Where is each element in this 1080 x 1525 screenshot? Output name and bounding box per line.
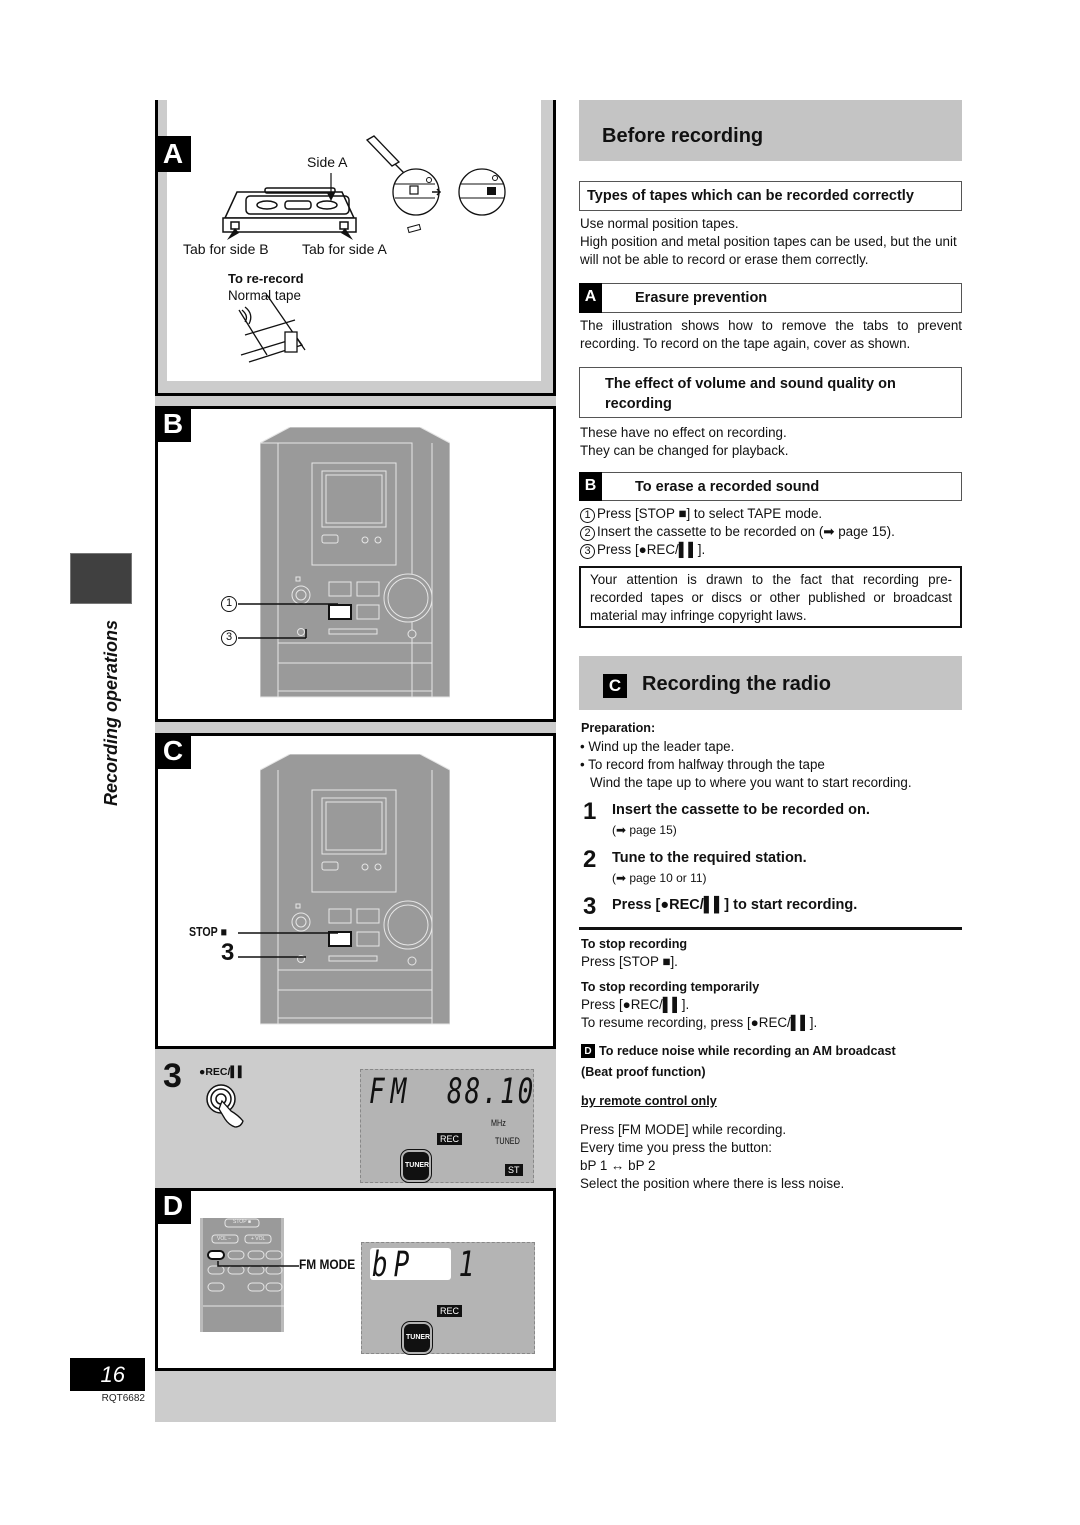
pause-recording-text: Press [●REC/▌▌]. xyxy=(581,997,690,1012)
figure-column: Side A Tab for side B Tab for side A To … xyxy=(155,100,556,1422)
lcd-frequency: 88.10 xyxy=(447,1072,536,1113)
page-number: 16 xyxy=(70,1358,145,1391)
lcd-band: FM xyxy=(369,1072,413,1113)
lcd-unit: MHz xyxy=(491,1118,506,1128)
lcd-tuner-indicator: TUNER xyxy=(403,1152,429,1180)
volume-quality-text: These have no effect on recording. They … xyxy=(580,425,789,458)
panel-letter-a: A xyxy=(155,136,191,172)
covered-tab-detail-icon xyxy=(458,168,506,216)
types-of-tapes-text: Use normal position tapes. High position… xyxy=(580,216,957,267)
lcd-stereo-indicator: ST xyxy=(505,1164,523,1176)
callout-3: 3 xyxy=(221,630,237,646)
callout-1: 1 xyxy=(221,596,237,612)
section-tab-label: Recording operations xyxy=(101,619,121,806)
section-letter-d: D xyxy=(581,1044,595,1058)
volume-quality-heading: The effect of volume and sound quality o… xyxy=(579,367,962,418)
types-of-tapes-heading: Types of tapes which can be recorded cor… xyxy=(579,181,962,211)
section-letter-b: B xyxy=(579,472,602,501)
beat-proof-subheading: (Beat proof function) xyxy=(581,1065,706,1079)
before-recording-title: Before recording xyxy=(602,125,764,147)
beat-proof-heading: D To reduce noise while recording an AM b… xyxy=(581,1044,896,1058)
stop-recording-heading: To stop recording xyxy=(581,937,688,951)
tab-side-b-label: Tab for side B xyxy=(183,241,269,257)
callout-3: 3 xyxy=(221,939,235,966)
beat-proof-text: Press [FM MODE] while recording. Every t… xyxy=(580,1122,845,1191)
figure-panel-rec: 3 ●REC/▌▌ FM 88.10 MHz REC TUNED TUNER S… xyxy=(155,1049,556,1189)
stop-label: STOP ■ xyxy=(189,925,227,939)
figure-panel-d: D STOP ■ VOL − + VOL FM MODE bP 1 REC TU… xyxy=(155,1188,556,1371)
lcd-tuner-indicator: TUNER xyxy=(404,1324,430,1352)
preparation-list: • Wind up the leader tape. • To record f… xyxy=(580,738,962,792)
section-letter-a: A xyxy=(579,283,602,313)
stop-recording-text: Press [STOP ■]. xyxy=(581,954,678,969)
erasure-prevention-text: The illustration shows how to remove the… xyxy=(580,318,962,351)
document-code: RQT6682 xyxy=(101,1393,145,1404)
recording-radio-banner: C Recording the radio xyxy=(579,656,962,710)
section-tab-block xyxy=(70,553,132,604)
list-item: • To record from halfway through the tap… xyxy=(580,757,825,772)
taped-cassette-icon xyxy=(238,294,306,363)
rec-pause-label: ●REC/▌▌ xyxy=(199,1066,246,1078)
list-item: 2 Insert the cassette to be recorded on (… xyxy=(580,523,962,541)
press-rec-button-icon xyxy=(206,1084,244,1128)
lcd-display: bP 1 REC TUNER xyxy=(361,1242,535,1354)
figure-panel-c: C STOP ■ 3 xyxy=(155,733,556,1049)
list-item: • Wind up the leader tape. xyxy=(580,739,735,754)
lcd-beat-proof-value: bP 1 xyxy=(372,1245,481,1286)
preparation-heading: Preparation: xyxy=(581,721,656,735)
panel-a-canvas: Side A Tab for side B Tab for side A To … xyxy=(167,100,541,381)
figure-panel-b: B 1 3 xyxy=(155,406,556,722)
step-number: 3 xyxy=(163,1057,182,1095)
re-record-subtitle: Normal tape xyxy=(228,288,301,303)
lcd-rec-indicator: REC xyxy=(437,1133,463,1145)
callout-lines xyxy=(238,932,338,958)
lcd-rec-indicator: REC xyxy=(437,1305,463,1317)
list-item: 3 Press [●REC/▌▌]. xyxy=(580,541,962,559)
section-letter-c: C xyxy=(603,674,627,698)
copyright-notice: Your attention is drawn to the fact that… xyxy=(579,566,962,628)
remote-only-note: by remote control only xyxy=(581,1094,717,1108)
callout-lines xyxy=(238,603,338,639)
before-recording-banner: Before recording xyxy=(579,100,962,161)
side-a-label: Side A xyxy=(307,154,348,170)
lcd-tuned-indicator: TUNED xyxy=(495,1136,520,1146)
fm-mode-label: FM MODE xyxy=(299,1256,356,1272)
cassette-icon xyxy=(222,187,357,233)
tab-side-a-label: Tab for side A xyxy=(302,241,387,257)
list-item: 1 Press [STOP ■] to select TAPE mode. xyxy=(580,505,962,523)
erase-sound-heading: B To erase a recorded sound xyxy=(579,472,962,501)
section-divider xyxy=(579,927,962,930)
erasure-prevention-heading: A Erasure prevention xyxy=(579,283,962,313)
list-item: Wind the tape up to where you want to st… xyxy=(590,775,912,790)
erase-sound-steps: 1 Press [STOP ■] to select TAPE mode. 2 In… xyxy=(580,505,962,559)
figure-panel-a: Side A Tab for side B Tab for side A To … xyxy=(155,100,556,396)
lcd-display: FM 88.10 MHz REC TUNED TUNER ST xyxy=(360,1069,534,1183)
resume-recording-text: To resume recording, press [●REC/▌▌]. xyxy=(581,1015,818,1030)
recording-radio-title: Recording the radio xyxy=(642,673,831,695)
re-record-title: To re-record xyxy=(228,271,304,286)
pause-recording-heading: To stop recording temporarily xyxy=(581,980,760,994)
